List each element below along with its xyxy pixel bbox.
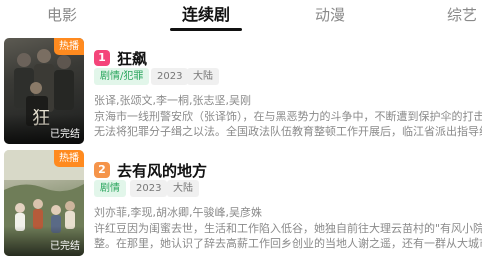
list-item[interactable]: 狂 热播 已完结 1 狂飙 剧情/犯罪 2023 大陆 张译,张颂文,李一桐,张… [4, 38, 484, 146]
tab-variety[interactable]: 综艺 [446, 4, 478, 26]
cast-list: 刘亦菲,李现,胡冰卿,午骏峰,吴彦姝 [94, 206, 262, 219]
tab-series[interactable]: 连续剧 [170, 4, 242, 26]
description-line: 整。在那里，她认识了辞去高薪工作回乡创业的当地人谢之遥，还有一群从大城市过去… [94, 237, 482, 250]
list-item[interactable]: 热播 已完结 2 去有风的地方 剧情 2023 大陆 刘亦菲,李现,胡冰卿,午骏… [4, 150, 484, 258]
hot-badge: 热播 [54, 150, 84, 167]
description-line: 无法将犯罪分子缉之以法。全国政法队伍教育整顿工作开展后，临江省派出指导组入驻… [94, 125, 482, 138]
poster-image[interactable]: 狂 热播 已完结 [4, 38, 84, 144]
tab-movie[interactable]: 电影 [46, 4, 78, 26]
year-tag: 2023 [151, 68, 189, 85]
region-tag: 大陆 [167, 180, 199, 197]
tab-anime[interactable]: 动漫 [314, 4, 346, 26]
description-line: 京海市一线刑警安欣（张译饰），在与黑恶势力的斗争中，不断遭到保护伞的打击，始终 [94, 110, 482, 123]
rank-badge: 1 [94, 50, 110, 66]
hot-badge: 热播 [54, 38, 84, 55]
poster-image[interactable]: 热播 已完结 [4, 150, 84, 256]
item-title[interactable]: 狂飙 [117, 48, 147, 69]
description: 许红豆因为闺蜜去世，生活和工作陷入低谷，她独自前往大理云苗村的"有风小院"休息调… [94, 221, 482, 251]
region-tag: 大陆 [187, 68, 219, 85]
genre-tag: 剧情 [94, 180, 126, 197]
description: 京海市一线刑警安欣（张译饰），在与黑恶势力的斗争中，不断遭到保护伞的打击，始终 … [94, 109, 482, 139]
year-tag: 2023 [130, 180, 168, 197]
rank-badge: 2 [94, 162, 110, 178]
description-line: 许红豆因为闺蜜去世，生活和工作陷入低谷，她独自前往大理云苗村的"有风小院"休息调 [94, 222, 482, 235]
genre-tag: 剧情/犯罪 [94, 68, 150, 85]
item-title[interactable]: 去有风的地方 [117, 160, 207, 181]
status-label: 已完结 [50, 241, 80, 252]
category-tabs: 电影 连续剧 动漫 综艺 [0, 0, 484, 36]
active-tab-indicator [170, 28, 242, 31]
status-label: 已完结 [50, 129, 80, 140]
cast-list: 张译,张颂文,李一桐,张志坚,吴刚 [94, 94, 251, 107]
